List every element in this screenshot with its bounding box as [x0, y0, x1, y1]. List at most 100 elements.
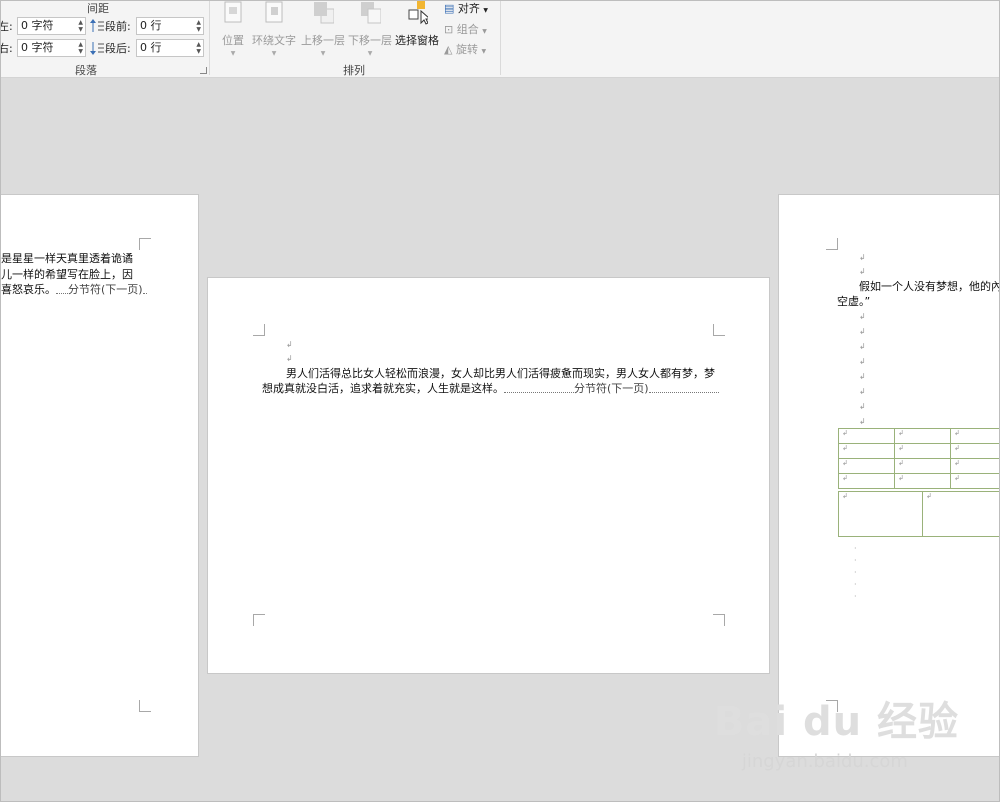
spin-arrows-icon[interactable]: ▲ ▼ [78, 41, 83, 55]
space-before-value: 0 行 [140, 19, 162, 32]
section-break-label: 分节符(下一页) [68, 283, 143, 296]
align-label: 对齐 [457, 2, 480, 15]
position-icon [224, 1, 242, 23]
wrap-text-button[interactable]: 环绕文字 ▼ [251, 1, 297, 57]
paragraph-mark-icon: ↲ [859, 387, 866, 396]
send-backward-icon [361, 2, 382, 24]
group-separator [209, 1, 210, 75]
page-left-text-line: 喜怒哀乐。 分节符(下一页) [1, 282, 147, 297]
send-backward-button[interactable]: 下移一层 ▼ [348, 1, 392, 57]
spin-arrows-icon[interactable]: ▲ ▼ [196, 41, 201, 55]
paragraph-mark-icon: · [854, 580, 857, 589]
selection-pane-icon [408, 1, 432, 25]
space-after-input[interactable]: 0 行 ▲ ▼ [136, 39, 204, 57]
document-table[interactable]: ↲ ↲ ↲ ↲ ↲ ↲ ↲ ↲ ↲ ↲ ↲ ↲ [838, 428, 999, 489]
paragraph-mark-icon: ↲ [286, 340, 293, 349]
dropdown-arrow-icon: ▼ [320, 50, 326, 57]
document-page-left[interactable]: 是星星一样天真里透着诡谲 儿一样的希望写在脸上，因 喜怒哀乐。 分节符(下一页) [1, 194, 199, 757]
rotate-icon: ◭ [444, 43, 453, 56]
dropdown-arrow-icon: ▼ [483, 7, 489, 14]
space-after-value: 0 行 [140, 41, 162, 54]
paragraph-mark-icon: ↲ [859, 327, 866, 336]
margin-corner-mark [826, 238, 838, 250]
space-after-icon [90, 42, 104, 55]
paragraph-mark-icon: ↲ [859, 372, 866, 381]
align-button[interactable]: ▤ 对齐 ▼ [444, 1, 489, 16]
rotate-label: 旋转 [455, 43, 478, 56]
group-icon: ⊡ [444, 23, 454, 36]
paragraph-mark-icon: ↲ [859, 312, 866, 321]
arrange-group-label: 排列 [343, 64, 365, 77]
dropdown-arrow-icon: ▼ [271, 50, 277, 57]
group-button[interactable]: ⊡ 组合 ▼ [444, 21, 487, 37]
dropdown-arrow-icon: ▼ [367, 50, 373, 57]
paragraph-mark-icon: · [854, 544, 857, 553]
document-page-right[interactable]: ↲ ↲ 假如一个人没有梦想，他的內 空虚。” ↲ ↲ ↲ ↲ ↲ ↲ ↲ ↲ ↲… [778, 194, 1000, 757]
space-before-label: 段前: [105, 20, 131, 33]
space-before-icon [90, 19, 104, 32]
group-separator [500, 1, 501, 75]
paragraph-mark-icon: ↲ [859, 357, 866, 366]
section-break-label: 分节符(下一页) [574, 382, 649, 395]
document-page-center[interactable]: ↲ ↲ 男人们活得总比女人轻松而浪漫，女人却比男人们活得疲惫而现实，男人女人都有… [207, 277, 770, 674]
paragraph-mark-icon: ↲ [859, 417, 866, 426]
table-row: ↲ ↲ ↲ [838, 428, 999, 444]
paragraph-group-label: 段落 [75, 64, 97, 77]
bring-forward-label: 上移一层 [301, 34, 345, 47]
page-center-text-line: 想成真就没白活，追求着就充实，人生就是这样。 分节符(下一页) [262, 381, 719, 396]
space-before-input[interactable]: 0 行 ▲ ▼ [136, 17, 204, 35]
document-table[interactable]: ↲ ↲ [838, 491, 999, 537]
table-row: ↲ ↲ [838, 491, 999, 537]
selection-pane-button[interactable]: 选择窗格 [394, 1, 440, 48]
dropdown-arrow-icon: ▼ [230, 50, 236, 57]
group-label: 组合 [456, 23, 479, 36]
margin-corner-mark [713, 614, 725, 626]
page-right-text-line: 空虚。” [837, 295, 871, 308]
wrap-text-label: 环绕文字 [252, 34, 296, 47]
indent-right-value: 0 字符 [21, 41, 54, 54]
dropdown-arrow-icon: ▼ [482, 28, 487, 35]
page-left-text-line: 是星星一样天真里透着诡谲 [1, 252, 133, 265]
align-icon: ▤ [444, 2, 455, 15]
indent-left-value: 0 字符 [21, 19, 54, 32]
paragraph-dialog-launcher-icon[interactable] [200, 67, 207, 74]
margin-corner-mark [139, 700, 151, 712]
paragraph-mark-icon: ↲ [286, 354, 293, 363]
paragraph-mark-icon: ↲ [859, 402, 866, 411]
page-right-text-line: 假如一个人没有梦想，他的內 [859, 280, 1000, 293]
ribbon: 间距 左: 0 字符 ▲▼ 右: 0 字符 ▲▼ 段前: 0 行 ▲▼ 段后: … [1, 1, 999, 78]
word-window: 间距 左: 0 字符 ▲▼ 右: 0 字符 ▲▼ 段前: 0 行 ▲▼ 段后: … [0, 0, 1000, 802]
spin-arrows-icon[interactable]: ▲ ▼ [78, 19, 83, 33]
bring-forward-icon [314, 2, 335, 24]
send-backward-label: 下移一层 [348, 34, 392, 47]
paragraph-mark-icon: ↲ [859, 267, 866, 276]
rotate-button[interactable]: ◭ 旋转 ▼ [444, 41, 486, 57]
paragraph-mark-icon: · [854, 592, 857, 601]
dropdown-arrow-icon: ▼ [481, 48, 487, 55]
table-row: ↲ ↲ ↲ [838, 458, 999, 474]
margin-corner-mark [253, 614, 265, 626]
selection-pane-label: 选择窗格 [395, 34, 439, 47]
wrap-text-icon [265, 1, 283, 23]
space-after-label: 段后: [105, 42, 131, 55]
position-button[interactable]: 位置 ▼ [219, 1, 247, 57]
spin-arrows-icon[interactable]: ▲ ▼ [196, 19, 201, 33]
page-center-text-line: 男人们活得总比女人轻松而浪漫，女人却比男人们活得疲惫而现实，男人女人都有梦，梦 [286, 367, 715, 380]
spacing-label: 间距 [87, 2, 109, 15]
watermark-url: jingyan.baidu.com [741, 751, 908, 772]
baidu-jingyan-watermark: Bai du 经验 jingyan.baidu.com [714, 689, 959, 772]
table-row: ↲ ↲ ↲ [838, 473, 999, 489]
paragraph-mark-icon: · [854, 568, 857, 577]
paragraph-mark-icon: · [854, 556, 857, 565]
position-label: 位置 [222, 34, 244, 47]
watermark-logo-text: Bai du 经验 [713, 699, 959, 745]
page-left-text-line: 儿一样的希望写在脸上，因 [1, 268, 133, 281]
table-row: ↲ ↲ ↲ [838, 443, 999, 459]
margin-corner-mark [713, 324, 725, 336]
paragraph-mark-icon: ↲ [859, 342, 866, 351]
margin-corner-mark [139, 238, 151, 250]
indent-left-label: 左: [1, 20, 13, 33]
bring-forward-button[interactable]: 上移一层 ▼ [301, 1, 345, 57]
indent-right-input[interactable]: 0 字符 ▲ ▼ [17, 39, 86, 57]
indent-left-input[interactable]: 0 字符 ▲ ▼ [17, 17, 86, 35]
